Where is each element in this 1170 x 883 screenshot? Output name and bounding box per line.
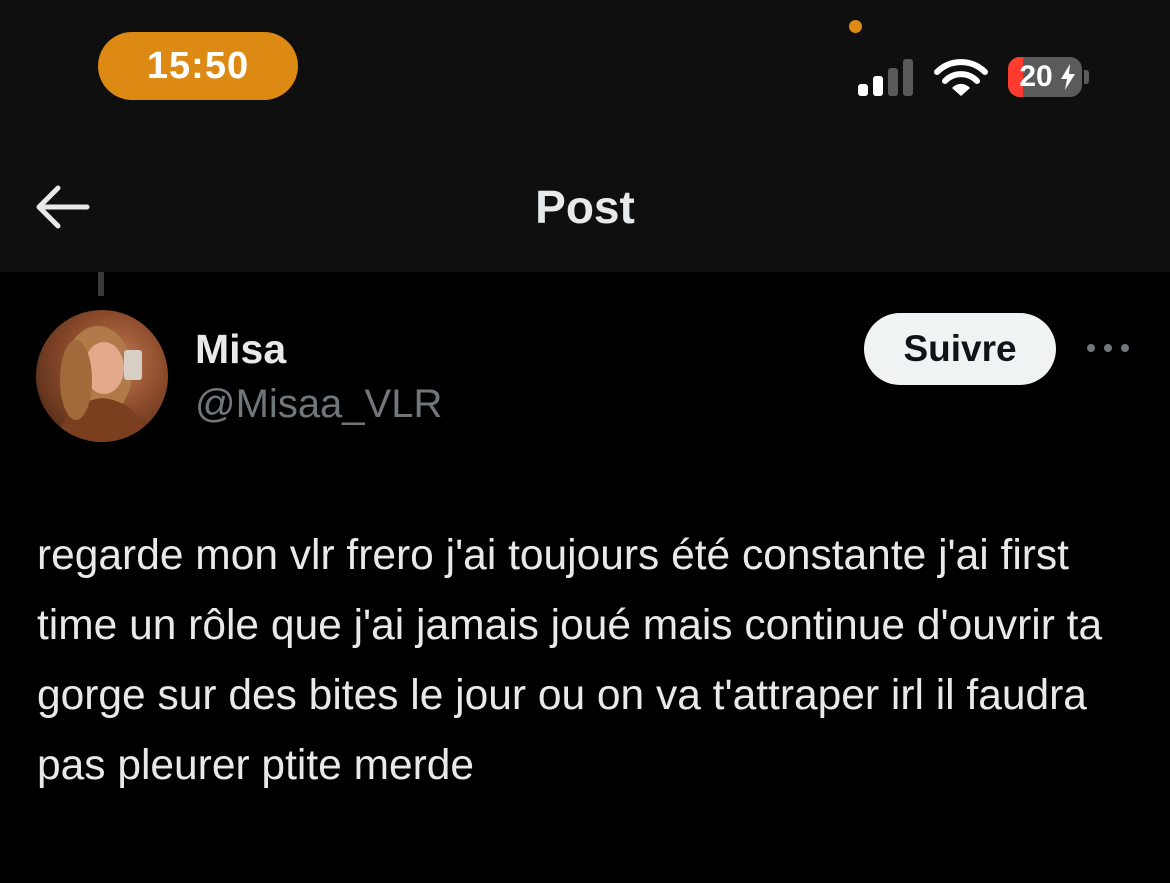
cellular-signal-icon <box>858 58 914 96</box>
battery-icon: 20 <box>1008 57 1082 97</box>
more-horizontal-icon[interactable] <box>1086 341 1130 355</box>
signal-bar-2 <box>873 76 883 96</box>
status-time: 15:50 <box>98 32 298 100</box>
battery-cap <box>1084 70 1089 84</box>
privacy-indicator-dot <box>849 20 862 33</box>
signal-bar-1 <box>858 84 868 96</box>
author-display-name[interactable]: Misa <box>195 326 286 373</box>
avatar-photo <box>56 326 150 442</box>
page-title: Post <box>535 181 635 233</box>
author-handle[interactable]: @Misaa_VLR <box>195 382 442 427</box>
avatar[interactable] <box>36 310 168 442</box>
battery-percent: 20 <box>1019 60 1053 93</box>
post-text: regarde mon vlr frero j'ai toujours été … <box>37 532 1103 789</box>
signal-bar-4 <box>903 59 913 96</box>
thread-connector-line <box>98 272 104 296</box>
follow-button[interactable]: Suivre <box>864 313 1056 385</box>
signal-bar-3 <box>888 68 898 96</box>
wifi-icon <box>934 59 988 96</box>
charging-bolt-icon <box>1061 64 1075 90</box>
